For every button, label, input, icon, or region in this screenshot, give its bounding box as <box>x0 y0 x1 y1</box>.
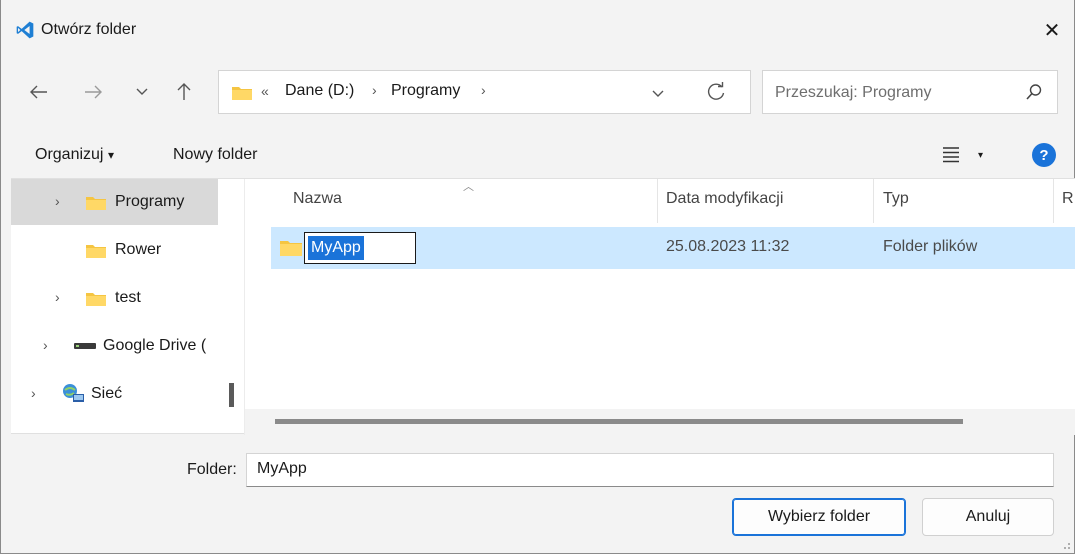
open-folder-dialog: Otwórz folder ✕ « Dane (D:) › Programy ›… <box>0 0 1075 554</box>
folder-icon <box>86 197 106 210</box>
folder-icon <box>86 293 106 306</box>
rename-selected-text[interactable]: MyApp <box>308 236 364 260</box>
column-header-name[interactable]: Nazwa <box>293 190 342 208</box>
content-area: › Programy Rower › test › Google Drive (… <box>11 178 1075 435</box>
vscode-icon <box>16 21 34 39</box>
nav-item-programy[interactable]: › Programy <box>11 179 218 225</box>
title-bar: Otwórz folder ✕ <box>1 0 1074 56</box>
nav-item-test[interactable]: › test <box>11 275 218 321</box>
chevron-down-icon <box>136 88 148 95</box>
back-button[interactable] <box>23 76 55 108</box>
search-icon <box>1026 84 1042 100</box>
up-arrow-icon <box>177 83 191 100</box>
recent-locations-button[interactable] <box>126 76 158 108</box>
close-icon: ✕ <box>1043 19 1061 42</box>
close-button[interactable]: ✕ <box>1030 8 1074 52</box>
address-segment-programy[interactable]: Programy <box>391 82 460 100</box>
forward-button[interactable] <box>77 76 109 108</box>
column-header-type[interactable]: Typ <box>883 190 909 208</box>
address-bar[interactable]: « Dane (D:) › Programy › <box>218 70 751 114</box>
rename-field[interactable]: MyApp <box>304 232 416 264</box>
cell-modified: 25.08.2023 11:32 <box>666 238 790 255</box>
sort-ascending-icon: ︿ <box>463 181 474 193</box>
nav-item-label: Google Drive ( <box>103 337 207 354</box>
chevron-right-icon[interactable]: › <box>43 337 48 353</box>
address-separator[interactable]: › <box>372 82 377 98</box>
nav-item-label: Rower <box>115 241 162 258</box>
folder-icon <box>232 87 252 100</box>
chevron-down-icon[interactable] <box>651 83 665 103</box>
organize-label: Organizuj <box>35 146 104 163</box>
table-row[interactable]: MyApp 25.08.2023 11:32 Folder plików <box>271 227 1075 269</box>
nav-item-label: test <box>115 289 141 306</box>
window-title: Otwórz folder <box>41 21 137 38</box>
folder-label: Folder: <box>187 461 237 478</box>
cancel-button[interactable]: Anuluj <box>922 498 1054 536</box>
column-header-modified[interactable]: Data modyfikacji <box>666 190 783 208</box>
search-box[interactable]: Przeszukaj: Programy <box>762 70 1058 114</box>
nav-item-label: Programy <box>115 193 185 210</box>
file-list: ︿ Nazwa Data modyfikacji Typ R MyApp 25.… <box>245 179 1075 435</box>
column-divider[interactable] <box>1053 179 1054 223</box>
nav-scrollbar-thumb[interactable] <box>229 383 234 407</box>
up-button[interactable] <box>168 76 200 108</box>
view-options-caret[interactable]: ▾ <box>978 150 983 161</box>
organize-button[interactable]: Organizuj ▾ <box>35 146 114 164</box>
folder-name-input[interactable]: MyApp <box>246 453 1054 487</box>
cell-type: Folder plików <box>883 238 978 255</box>
nav-item-rower[interactable]: Rower <box>11 227 218 273</box>
folder-icon <box>280 241 302 256</box>
column-divider[interactable] <box>873 179 874 223</box>
folder-icon <box>86 245 106 258</box>
back-arrow-icon <box>30 85 47 99</box>
chevron-right-icon[interactable]: › <box>55 289 60 305</box>
nav-item-label: Sieć <box>91 385 123 402</box>
chevron-down-icon: ▾ <box>107 148 114 162</box>
nav-item-siec[interactable]: › Sieć <box>11 371 218 417</box>
new-folder-button[interactable]: Nowy folder <box>173 146 257 164</box>
refresh-icon[interactable] <box>705 81 727 103</box>
drive-icon <box>74 343 96 349</box>
address-overflow[interactable]: « <box>261 83 269 99</box>
horizontal-scrollbar-thumb[interactable] <box>275 419 963 424</box>
column-divider[interactable] <box>657 179 658 223</box>
search-input[interactable]: Przeszukaj: Programy <box>775 84 932 102</box>
network-icon <box>63 384 84 402</box>
forward-arrow-icon <box>85 85 102 99</box>
chevron-right-icon[interactable]: › <box>55 193 60 209</box>
column-header-size[interactable]: R <box>1062 190 1074 208</box>
navigation-pane: › Programy Rower › test › Google Drive (… <box>11 179 244 435</box>
chevron-right-icon[interactable]: › <box>31 385 36 401</box>
view-list-icon[interactable] <box>941 145 961 163</box>
address-separator[interactable]: › <box>481 82 486 98</box>
address-segment-drive[interactable]: Dane (D:) <box>285 82 354 100</box>
resize-grip-icon[interactable] <box>1061 540 1071 550</box>
help-icon[interactable]: ? <box>1032 143 1056 167</box>
nav-item-google-drive[interactable]: › Google Drive ( <box>11 323 218 369</box>
select-folder-button[interactable]: Wybierz folder <box>732 498 906 536</box>
